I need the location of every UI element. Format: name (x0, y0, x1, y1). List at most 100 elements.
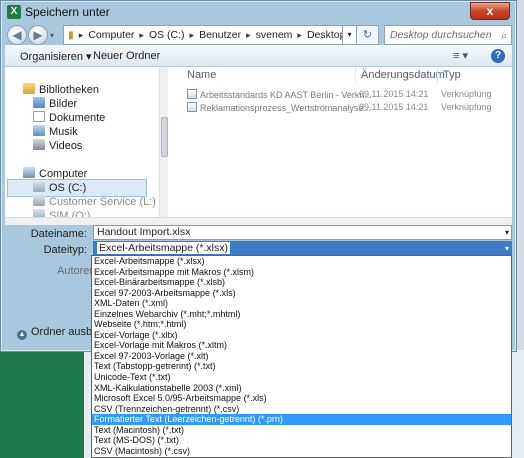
filetype-option[interactable]: CSV (Macintosh) (*.csv) (92, 446, 511, 457)
file-row[interactable]: Reklamationsprozess_Wertstromanalyse... … (187, 102, 507, 113)
sidebar-item-documents[interactable]: Dokumente (33, 111, 105, 124)
breadcrumb-separator-icon: ▸ (246, 29, 251, 40)
filename-input[interactable]: Handout Import.xlsx ▾ (93, 225, 512, 240)
file-type: Verknüpfung (441, 89, 492, 99)
library-icon (23, 83, 35, 94)
breadcrumb-drive[interactable]: OS (C:) (149, 29, 185, 41)
videos-icon (33, 139, 45, 150)
shortcut-icon (187, 89, 197, 99)
window-title: Speichern unter (25, 5, 110, 19)
breadcrumb-separator-icon: ▸ (78, 29, 84, 40)
filetype-option[interactable]: Einzelnes Webarchiv (*.mht;*.mhtml) (92, 309, 511, 320)
music-icon (33, 125, 45, 136)
file-row[interactable]: Arbeitsstandards KD AAST Berlin - Verkn.… (187, 89, 507, 100)
breadcrumb-user[interactable]: svenem (256, 29, 293, 41)
filetype-option[interactable]: Excel-Arbeitsmappe mit Makros (*.xlsm) (92, 267, 511, 278)
search-icon: ⌕ (501, 30, 507, 42)
filetype-option[interactable]: Text (Macintosh) (*.txt) (92, 425, 511, 436)
documents-icon (33, 111, 45, 122)
help-icon[interactable]: ? (491, 49, 505, 63)
sidebar-label: Customer Service (L:) (49, 196, 156, 208)
scrollbar-thumb[interactable] (161, 117, 168, 157)
filetype-option[interactable]: Text (Tabstopp-getrennt) (*.txt) (92, 361, 511, 372)
filetype-option[interactable]: XML-Kalkulationstabelle 2003 (*.xml) (92, 383, 511, 394)
sidebar-label: Dokumente (49, 112, 106, 124)
search-placeholder: Desktop durchsuchen (390, 29, 492, 41)
search-input[interactable]: Desktop durchsuchen ⌕ (384, 25, 512, 45)
filetype-option[interactable]: CSV (Trennzeichen-getrennt) (*.csv) (92, 404, 511, 415)
sidebar-item-drive-l[interactable]: Customer Service (L:) (33, 195, 156, 208)
breadcrumb-computer[interactable]: Computer (88, 29, 134, 41)
filetype-option[interactable]: Microsoft Excel 5.0/95-Arbeitsmappe (*.x… (92, 393, 511, 404)
address-bar[interactable]: ▮ ▸ Computer ▸ OS (C:) ▸ Benutzer ▸ sven… (63, 25, 343, 45)
sidebar-label: Bilder (49, 98, 78, 110)
filename-label: Dateiname: (30, 228, 87, 240)
computer-icon (23, 167, 35, 178)
breadcrumb-separator-icon: ▸ (139, 29, 144, 40)
sidebar-label: Musik (49, 126, 78, 138)
filetype-option[interactable]: XML-Daten (*.xml) (92, 298, 511, 309)
background-excel-panel (0, 352, 84, 458)
filename-value: Handout Import.xlsx (97, 226, 191, 238)
column-header-name[interactable]: Name (187, 69, 216, 81)
address-dropdown-icon[interactable]: ▾ (343, 25, 357, 45)
sidebar-item-drive-c[interactable]: OS (C:) (33, 181, 86, 194)
shortcut-icon (187, 102, 197, 112)
file-type: Verknüpfung (441, 102, 492, 112)
organize-button[interactable]: Organisieren ▾ (20, 50, 92, 63)
file-date: 09.11.2015 14:21 (359, 102, 429, 112)
filetype-option[interactable]: Formatierter Text (Leerzeichen-getrennt)… (92, 414, 511, 425)
column-header-type[interactable]: Typ (443, 69, 461, 81)
refresh-icon[interactable]: ↻ (357, 25, 379, 45)
sidebar-item-music[interactable]: Musik (33, 125, 78, 138)
excel-app-icon: X (7, 5, 21, 19)
filetype-option[interactable]: Excel-Binärarbeitsmappe (*.xlsb) (92, 277, 511, 288)
filetype-option[interactable]: Excel 97-2003-Vorlage (*.xlt) (92, 351, 511, 362)
file-name: Reklamationsprozess_Wertstromanalyse... (200, 103, 371, 113)
sidebar-label: Bibliotheken (39, 84, 99, 96)
filetype-option[interactable]: Excel-Arbeitsmappe (*.xlsx) (92, 256, 511, 267)
new-folder-button[interactable]: Neuer Ordner (93, 50, 160, 62)
sidebar-item-videos[interactable]: Videos (33, 139, 82, 152)
file-name: Arbeitsstandards KD AAST Berlin - Verkn.… (200, 90, 372, 100)
filetype-option[interactable]: Excel-Vorlage mit Makros (*.xltm) (92, 340, 511, 351)
horizontal-scrollbar[interactable] (5, 217, 512, 225)
network-drive-icon (33, 195, 45, 206)
folder-icon: ▮ (68, 29, 74, 41)
navigation-bar: ◀ ▶ ▾ ▮ ▸ Computer ▸ OS (C:) ▸ Benutzer … (5, 23, 512, 45)
filetype-option[interactable]: Webseite (*.htm;*.html) (92, 319, 511, 330)
collapse-up-icon: ▲ (17, 330, 27, 340)
filetype-option[interactable]: Unicode-Text (*.txt) (92, 372, 511, 383)
filetype-label: Dateityp: (43, 244, 87, 256)
filetype-dropdown-list: Excel-Arbeitsmappe (*.xlsx) Excel-Arbeits… (91, 255, 512, 458)
column-divider[interactable] (355, 67, 356, 83)
file-list: Name Änderungsdatum Typ Arbeitsstandards… (169, 67, 512, 217)
sidebar-item-pictures[interactable]: Bilder (33, 97, 77, 110)
pictures-icon (33, 97, 45, 108)
view-options-icon[interactable]: ≡ ▾ (453, 49, 468, 62)
breadcrumb-desktop[interactable]: Desktop (307, 29, 342, 41)
sidebar-label: Videos (49, 140, 83, 152)
breadcrumb-separator-icon: ▸ (189, 29, 195, 40)
chevron-down-icon[interactable]: ▾ (505, 226, 509, 239)
column-header-date[interactable]: Änderungsdatum (361, 69, 445, 81)
sidebar-item-libraries[interactable]: Bibliotheken (23, 83, 99, 96)
sidebar-scrollbar[interactable] (159, 67, 168, 217)
filetype-option[interactable]: Text (MS-DOS) (*.txt) (92, 435, 511, 446)
filetype-value: Excel-Arbeitsmappe (*.xlsx) (97, 242, 230, 254)
column-divider[interactable] (437, 67, 438, 83)
chevron-down-icon[interactable]: ▾ (505, 242, 509, 255)
breadcrumb-users[interactable]: Benutzer (199, 29, 241, 41)
sidebar-label: OS (C:) (49, 182, 87, 194)
filetype-select[interactable]: Excel-Arbeitsmappe (*.xlsx) ▾ (93, 241, 512, 256)
filetype-option[interactable]: Excel-Vorlage (*.xltx) (92, 330, 511, 341)
drive-icon (33, 181, 45, 192)
filetype-option[interactable]: Excel 97-2003-Arbeitsmappe (*.xls) (92, 288, 511, 299)
title-bar: X Speichern unter x (1, 1, 516, 23)
forward-button[interactable]: ▶ (28, 25, 48, 45)
recent-locations-icon[interactable]: ▾ (50, 31, 54, 40)
breadcrumb-separator-icon: ▸ (297, 29, 302, 40)
close-button[interactable]: x (470, 2, 510, 20)
toolbar: Organisieren ▾ Neuer Ordner ≡ ▾ ? (5, 45, 512, 67)
back-button[interactable]: ◀ (7, 25, 27, 45)
